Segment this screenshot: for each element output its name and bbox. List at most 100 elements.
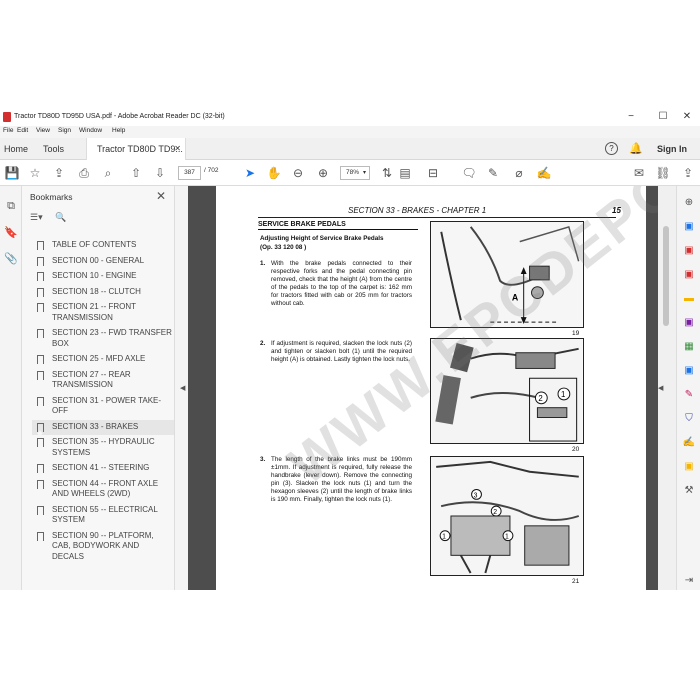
header-rule [258, 217, 616, 218]
menu-view[interactable]: View [36, 127, 50, 134]
bookmark-item[interactable]: SECTION 44 -- FRONT AXLE AND WHEELS (2WD… [32, 477, 174, 503]
upload-icon[interactable]: ⇪ [51, 165, 67, 181]
bell-icon[interactable]: 🔔 [629, 138, 643, 160]
stamp-icon[interactable]: ▣ [682, 460, 696, 474]
email-icon[interactable]: ✉ [631, 165, 647, 181]
bookmark-options-icon[interactable]: ☰▾ [30, 212, 43, 222]
create-pdf-icon[interactable]: ▣ [682, 220, 696, 234]
help-icon[interactable]: ? [605, 142, 618, 155]
copy-pages-icon[interactable]: ⧉ [3, 200, 19, 216]
op-code: (Op. 33 120 08 ) [260, 244, 307, 251]
bookmark-ribbon-icon [37, 505, 44, 515]
bookmark-ribbon-icon [37, 479, 44, 489]
bookmark-search-icon[interactable]: 🔍 [55, 212, 66, 222]
collapse-left-icon[interactable]: ◀ [180, 384, 185, 392]
fill-sign-icon[interactable]: ✍ [536, 165, 552, 181]
scroll-mode-icon[interactable]: ▤ [397, 165, 413, 181]
maximize-icon[interactable]: ☐ [652, 110, 674, 124]
edit-pdf-icon[interactable]: ▣ [682, 268, 696, 282]
pdf-app-icon [3, 112, 11, 122]
zoom-select[interactable]: 78% ▾ [340, 166, 370, 180]
bookmark-ribbon-icon [37, 355, 44, 364]
save-icon[interactable]: 💾 [4, 165, 20, 181]
tab-document[interactable]: Tractor TD80D TD9... ✕ [86, 138, 186, 160]
menu-edit[interactable]: Edit [17, 127, 28, 134]
title-bar: Tractor TD80D TD95D USA.pdf - Adobe Acro… [0, 108, 700, 126]
bookmark-ribbon-icon [37, 287, 44, 297]
page-up-icon[interactable]: ⇧ [128, 165, 144, 181]
page-count: / 702 [204, 167, 219, 174]
scan-icon[interactable]: ▣ [682, 364, 696, 378]
bookmark-label: SECTION 55 -- ELECTRICAL SYSTEM [52, 504, 158, 525]
bookmark-item[interactable]: SECTION 55 -- ELECTRICAL SYSTEM [32, 503, 174, 529]
more-tools-icon[interactable]: ⚒ [682, 484, 696, 498]
bookmark-item[interactable]: SECTION 25 - MFD AXLE [32, 352, 174, 368]
bookmark-label: TABLE OF CONTENTS [52, 240, 137, 249]
document-view[interactable]: SECTION 33 - BRAKES - CHAPTER 1 15 SERVI… [188, 186, 676, 590]
zoom-tool-icon[interactable]: ⊕ [682, 196, 696, 210]
scrollbar-thumb[interactable] [663, 226, 669, 326]
bookmarks-title: Bookmarks [30, 192, 73, 202]
minimize-icon[interactable]: − [620, 110, 642, 124]
callout-1: 1 [561, 390, 565, 399]
bookmark-item[interactable]: SECTION 33 - BRAKES [32, 419, 174, 435]
hand-icon[interactable]: ✋ [266, 165, 282, 181]
expand-right-icon[interactable]: ◀ [658, 384, 663, 392]
bookmark-label: SECTION 18 -- CLUTCH [52, 286, 141, 296]
fit-page-icon[interactable]: ⇅ [379, 165, 395, 181]
close-window-icon[interactable]: ✕ [676, 110, 698, 124]
combine-icon[interactable]: ▣ [682, 316, 696, 330]
figure-19-number: 19 [572, 330, 580, 337]
page-number-input[interactable]: 387 [178, 166, 201, 180]
bookmark-item[interactable]: SECTION 23 -- FWD TRANSFER BOX [32, 326, 174, 352]
bookmark-label: SECTION 41 -- STEERING [52, 463, 150, 472]
fill-sign-tool-icon[interactable]: ✎ [682, 388, 696, 402]
zoom-in-icon[interactable]: ⊕ [315, 165, 331, 181]
close-tab-icon[interactable]: ✕ [174, 138, 181, 160]
bookmark-label: SECTION 25 - MFD AXLE [52, 354, 146, 363]
comment-tool-icon[interactable]: ▬ [682, 292, 696, 306]
bookmark-item[interactable]: SECTION 41 -- STEERING [32, 461, 174, 477]
bookmark-item[interactable]: SECTION 35 -- HYDRAULIC SYSTEMS [32, 435, 174, 461]
send-sign-icon[interactable]: ✍ [682, 436, 696, 450]
comment-icon[interactable]: 🗨 [461, 165, 477, 181]
collapse-tools-icon[interactable]: ⇥ [682, 574, 696, 588]
share-link-icon[interactable]: ⛓ [655, 165, 671, 181]
export-pdf-icon[interactable]: ▣ [682, 244, 696, 258]
bookmark-item[interactable]: SECTION 90 -- PLATFORM, CAB, BODYWORK AN… [32, 529, 174, 566]
bookmark-label: SECTION 33 - BRAKES [52, 421, 139, 431]
bookmark-icon[interactable]: 🔖 [3, 226, 19, 242]
bookmark-item[interactable]: SECTION 10 - ENGINE [32, 269, 174, 285]
page-down-icon[interactable]: ⇩ [152, 165, 168, 181]
menu-help[interactable]: Help [112, 127, 125, 134]
bookmark-item[interactable]: SECTION 00 - GENERAL [32, 254, 174, 270]
bookmark-item[interactable]: SECTION 21 -- FRONT TRANSMISSION [32, 300, 174, 326]
organize-icon[interactable]: ▦ [682, 340, 696, 354]
print-icon[interactable]: ⎙ [76, 165, 92, 181]
bookmark-item[interactable]: TABLE OF CONTENTS [32, 238, 174, 254]
bookmark-item[interactable]: SECTION 27 -- REAR TRANSMISSION [32, 368, 174, 394]
sign-in-button[interactable]: Sign In [657, 138, 687, 160]
section-title: SERVICE BRAKE PEDALS [258, 221, 418, 230]
bookmark-ribbon-icon [37, 329, 44, 338]
attachment-icon[interactable]: 📎 [3, 252, 19, 268]
star-icon[interactable]: ☆ [27, 165, 43, 181]
select-cursor-icon[interactable]: ➤ [242, 165, 258, 181]
tab-home[interactable]: Home [4, 138, 28, 160]
menu-window[interactable]: Window [79, 127, 102, 134]
pen-icon[interactable]: ✎ [485, 165, 501, 181]
highlight-icon[interactable]: ⌀ [511, 165, 527, 181]
bookmark-item[interactable]: SECTION 31 - POWER TAKE-OFF [32, 394, 174, 420]
read-mode-icon[interactable]: ⊟ [425, 165, 441, 181]
share-icon[interactable]: ⇪ [680, 165, 696, 181]
close-panel-icon[interactable]: ✕ [156, 189, 166, 203]
zoom-out-icon[interactable]: ⊖ [290, 165, 306, 181]
menu-file[interactable]: File [3, 127, 13, 134]
figure-20-number: 20 [572, 446, 580, 453]
bookmark-item[interactable]: SECTION 18 -- CLUTCH [32, 285, 174, 301]
search-icon[interactable]: ⌕ [100, 165, 116, 181]
menu-sign[interactable]: Sign [58, 127, 71, 134]
protect-icon[interactable]: ⛉ [682, 412, 696, 426]
bookmarks-panel: Bookmarks ✕ ☰▾ 🔍 TABLE OF CONTENTS SECTIO… [22, 186, 175, 590]
tab-tools[interactable]: Tools [43, 138, 64, 160]
